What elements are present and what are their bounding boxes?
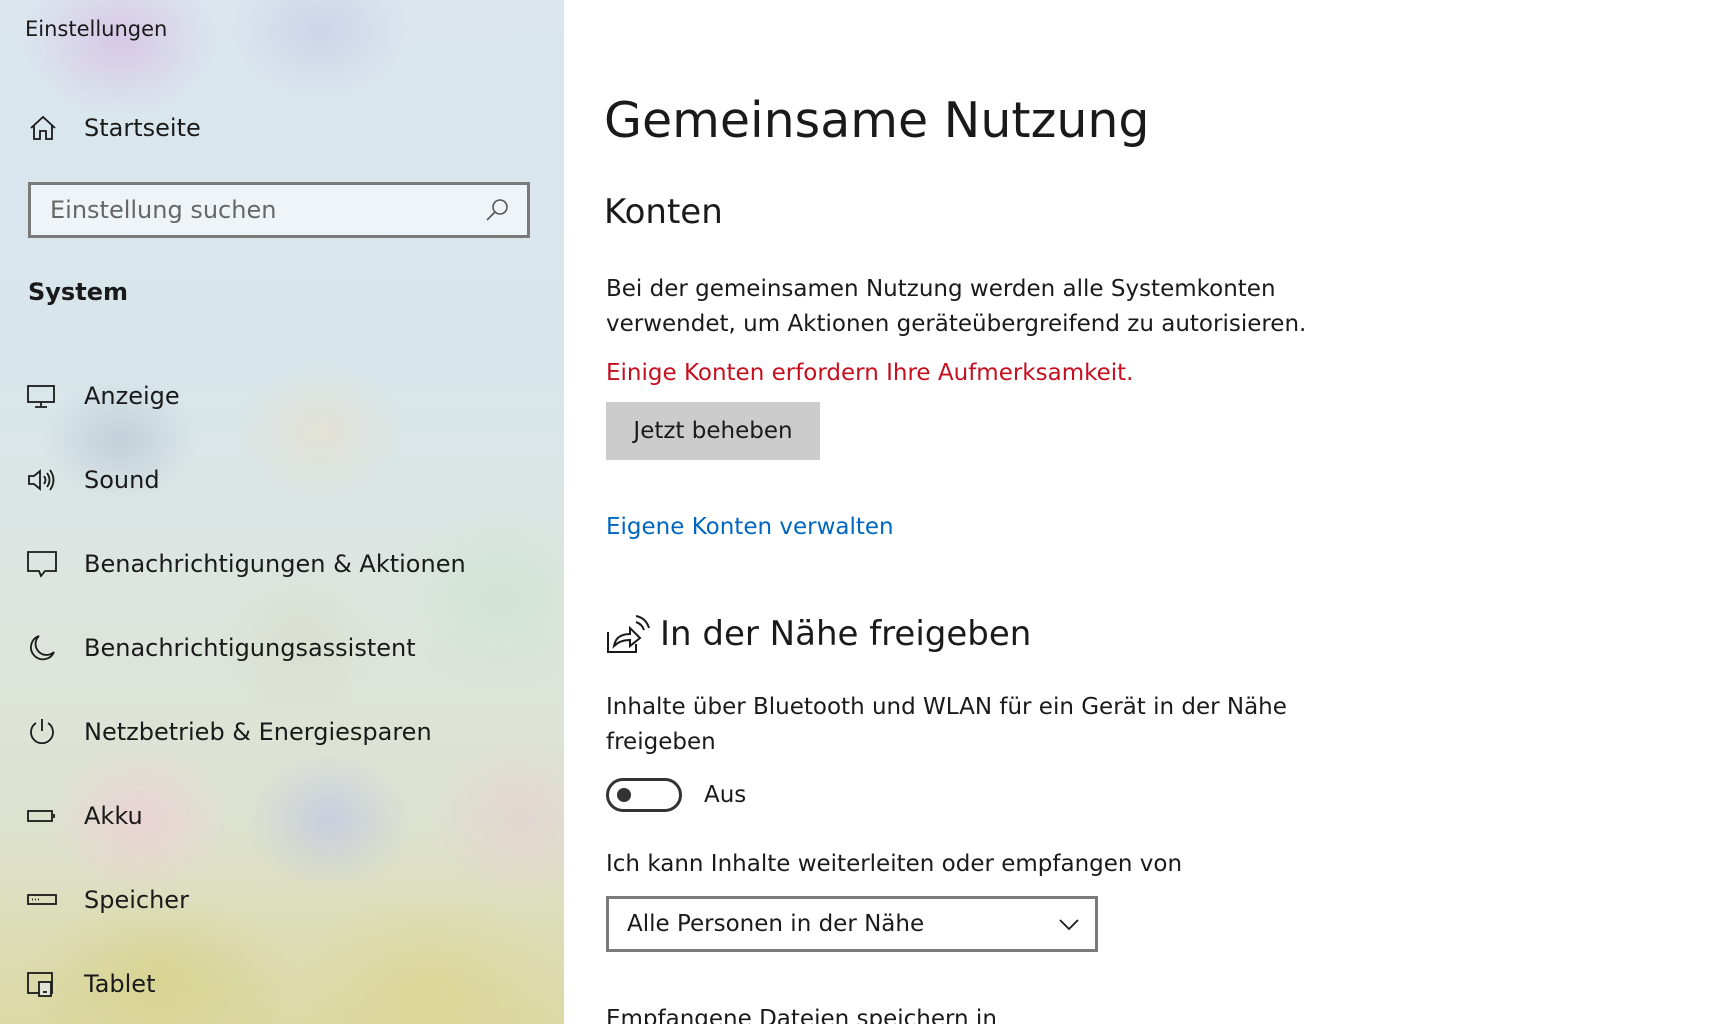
moon-icon: [30, 635, 55, 661]
fix-now-button[interactable]: Jetzt beheben: [606, 402, 820, 460]
nearby-sharing-toggle[interactable]: [606, 778, 682, 812]
sidebar-item-netzbetrieb[interactable]: Netzbetrieb & Energiesparen: [26, 702, 546, 762]
power-icon: [30, 719, 54, 745]
monitor-icon: [27, 385, 55, 408]
sidebar-item-speicher[interactable]: Speicher: [26, 870, 546, 930]
manage-accounts-link[interactable]: Eigene Konten verwalten: [606, 514, 894, 540]
search-icon[interactable]: [483, 196, 511, 224]
toggle-state-label: Aus: [704, 782, 747, 808]
save-files-label: Empfangene Dateien speichern in: [606, 1006, 997, 1024]
search-box[interactable]: [28, 182, 530, 238]
accounts-heading: Konten: [604, 192, 723, 232]
sidebar: Einstellungen Startseite System Anzeige: [0, 0, 564, 1024]
tablet-icon: [27, 972, 53, 997]
app-title: Einstellungen: [25, 17, 168, 41]
section-label: System: [28, 278, 128, 306]
nearby-sharing-heading: In der Nähe freigeben: [606, 612, 1031, 656]
sidebar-item-label: Netzbetrieb & Energiesparen: [84, 718, 432, 746]
sidebar-item-anzeige[interactable]: Anzeige: [26, 366, 546, 426]
sidebar-item-label: Tablet: [84, 970, 156, 998]
sidebar-item-label: Benachrichtigungsassistent: [84, 634, 416, 662]
share-with-dropdown[interactable]: Alle Personen in der Nähe: [606, 896, 1098, 952]
battery-icon: [27, 810, 55, 822]
sidebar-item-label: Benachrichtigungen & Aktionen: [84, 550, 466, 578]
nearby-sharing-title: In der Nähe freigeben: [660, 614, 1032, 654]
speaker-icon: [28, 469, 55, 491]
toggle-knob: [617, 788, 631, 802]
notification-icon: [27, 551, 57, 578]
accounts-description: Bei der gemeinsamen Nutzung werden alle …: [606, 276, 1307, 337]
nearby-description: Inhalte über Bluetooth und WLAN für ein …: [606, 694, 1287, 755]
share-with-label: Ich kann Inhalte weiterleiten oder empfa…: [606, 851, 1183, 877]
sidebar-item-label: Anzeige: [84, 382, 180, 410]
home-icon: [30, 115, 56, 140]
accounts-warning: Einige Konten erfordern Ihre Aufmerksamk…: [606, 360, 1134, 386]
sidebar-item-akku[interactable]: Akku: [26, 786, 546, 846]
sidebar-item-label: Speicher: [84, 886, 189, 914]
sidebar-item-benachrichtigungsassistent[interactable]: Benachrichtigungsassistent: [26, 618, 546, 678]
home-label: Startseite: [84, 114, 201, 142]
nearby-share-icon: [607, 615, 650, 653]
sidebar-item-benachrichtigungen[interactable]: Benachrichtigungen & Aktionen: [26, 534, 546, 594]
sidebar-item-label: Sound: [84, 466, 160, 494]
home-nav-item[interactable]: Startseite: [28, 106, 548, 150]
settings-window: Einstellungen Startseite System Anzeige: [0, 0, 1714, 1024]
chevron-down-icon: [1059, 919, 1079, 931]
storage-icon: [27, 894, 57, 905]
search-input[interactable]: [31, 195, 483, 225]
sidebar-item-sound[interactable]: Sound: [26, 450, 546, 510]
nearby-toggle-row: Aus: [606, 778, 746, 812]
dropdown-selected-value: Alle Personen in der Nähe: [627, 911, 925, 937]
page-title: Gemeinsame Nutzung: [604, 92, 1150, 149]
sidebar-item-label: Akku: [84, 802, 143, 830]
sidebar-item-tablet[interactable]: Tablet: [26, 954, 546, 1014]
main-content: Gemeinsame Nutzung Konten Bei der gemein…: [564, 0, 1714, 1024]
